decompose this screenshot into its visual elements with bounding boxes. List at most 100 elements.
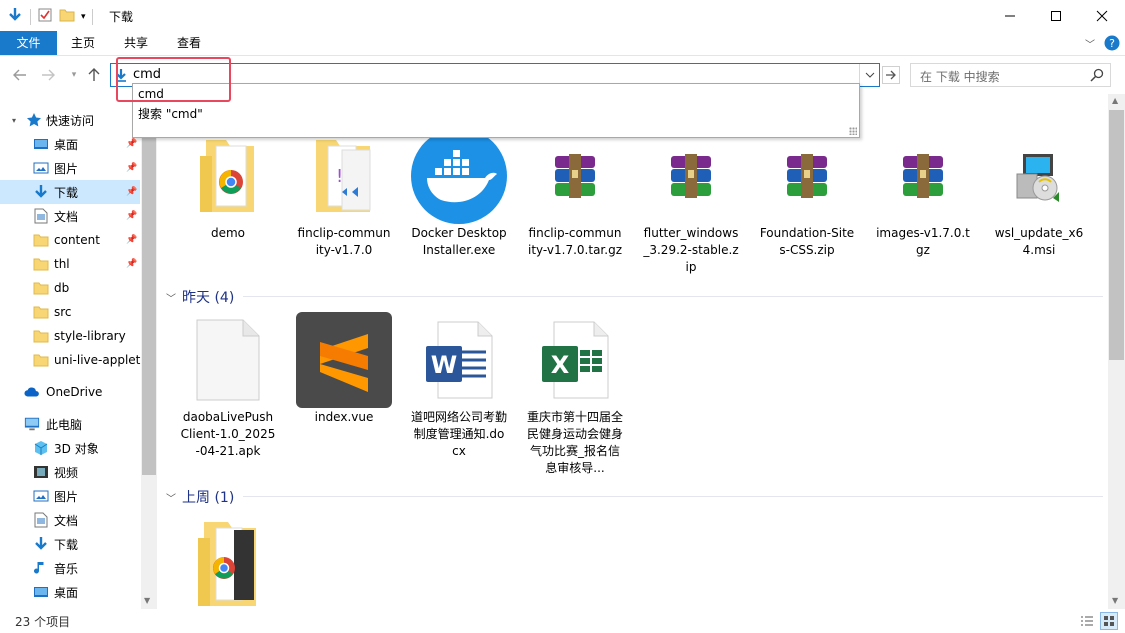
chevron-down-icon: ﹀	[166, 293, 176, 305]
folder-icon	[33, 304, 49, 320]
resize-grip[interactable]	[849, 127, 857, 135]
group-header-yesterday[interactable]: ﹀ 昨天 (4)	[166, 287, 234, 307]
sidebar-item-documents-pc[interactable]: 文档	[0, 508, 140, 532]
sidebar-item-videos[interactable]: 视频	[0, 460, 140, 484]
back-button[interactable]	[10, 66, 30, 84]
folder-icon	[33, 232, 49, 248]
help-icon[interactable]: ?	[1104, 35, 1120, 54]
sidebar-item-this-pc[interactable]: 此电脑	[0, 412, 140, 436]
pictures-icon	[33, 160, 49, 176]
sidebar-item-downloads[interactable]: 下载 📌	[0, 180, 140, 204]
sidebar-item-src[interactable]: src	[0, 300, 140, 324]
file-name: flutter_windows_3.29.2-stable.zip	[643, 226, 739, 274]
sidebar-item-pictures-pc[interactable]: 图片	[0, 484, 140, 508]
suggestion-search-cmd[interactable]: 搜索 "cmd"	[138, 105, 203, 122]
sidebar-item-style-library[interactable]: style-library	[0, 324, 140, 348]
3d-objects-icon	[33, 440, 49, 456]
pin-icon[interactable]: 📌	[126, 211, 137, 221]
file-list: demo ! finclip-community-v1.7.0 Docker D…	[158, 104, 1108, 609]
scroll-down-arrow-icon[interactable]: ▼	[1112, 596, 1118, 605]
sidebar-item-3d-objects[interactable]: 3D 对象	[0, 436, 140, 460]
customize-toolbar-chevron-icon[interactable]: ▾	[81, 12, 86, 22]
collapse-chevron-icon[interactable]: ▾	[6, 112, 22, 128]
folder-icon	[33, 256, 49, 272]
sidebar-item-uni-live-applet[interactable]: uni-live-applet	[0, 348, 140, 372]
pin-icon[interactable]: 📌	[126, 139, 137, 149]
up-button[interactable]	[84, 66, 104, 84]
sidebar-scrollbar-thumb[interactable]	[142, 118, 156, 475]
svg-text:W: W	[431, 351, 457, 379]
sidebar-item-db[interactable]: db	[0, 276, 140, 300]
properties-icon[interactable]	[37, 7, 53, 26]
documents-icon	[33, 208, 49, 224]
sidebar-item-desktop-pc[interactable]: 桌面	[0, 580, 140, 604]
chevron-down-icon	[865, 72, 874, 78]
pin-icon[interactable]: 📌	[126, 187, 137, 197]
pin-icon[interactable]: 📌	[126, 235, 137, 245]
winrar-icon	[527, 128, 623, 224]
new-folder-icon[interactable]	[59, 7, 75, 26]
minimize-icon	[1005, 15, 1015, 16]
folder-vscode-icon: !	[296, 128, 392, 224]
address-input[interactable]: cmd	[133, 67, 161, 82]
file-name: finclip-community-v1.7.0	[297, 226, 391, 257]
toolbar-divider	[91, 8, 93, 25]
sidebar-item-pictures[interactable]: 图片 📌	[0, 156, 140, 180]
close-icon	[1096, 10, 1108, 21]
suggestion-cmd[interactable]: cmd	[138, 87, 164, 101]
tab-view[interactable]: 查看	[166, 31, 212, 55]
go-button[interactable]	[882, 66, 900, 84]
expand-ribbon-chevron-icon[interactable]: ﹀	[1085, 36, 1095, 51]
file-name: finclip-community-v1.7.0.tar.gz	[527, 226, 622, 257]
ribbon-tabs: 文件 主页 共享 查看 ﹀ ?	[0, 31, 1125, 56]
content-scrollbar-thumb[interactable]	[1109, 110, 1124, 360]
sidebar-item-onedrive[interactable]: OneDrive	[0, 380, 140, 404]
search-icon[interactable]	[1090, 68, 1104, 85]
sidebar-item-content[interactable]: content 📌	[0, 228, 140, 252]
go-arrow-icon	[886, 70, 896, 80]
details-view-button[interactable]	[1078, 612, 1096, 630]
group-divider	[243, 296, 1103, 297]
file-name: Docker Desktop Installer.exe	[411, 226, 507, 257]
minimize-button[interactable]	[987, 0, 1033, 31]
address-history-button[interactable]	[859, 64, 879, 86]
recent-locations-button[interactable]: ▾	[64, 66, 84, 84]
folder-icon	[33, 352, 49, 368]
large-icons-view-button[interactable]	[1100, 612, 1118, 630]
excel-icon: X	[527, 312, 623, 408]
navigation-pane: ▾ 快速访问 桌面 📌 图片 📌 下载 📌 文档 📌 content 📌 thl…	[0, 104, 157, 609]
file-name: 重庆市第十四届全民健身运动会健身气功比赛_报名信息审核导...	[527, 410, 624, 475]
tab-share[interactable]: 共享	[113, 31, 159, 55]
group-header-last-week[interactable]: ﹀ 上周 (1)	[166, 487, 234, 507]
tab-file[interactable]: 文件	[0, 31, 57, 55]
status-bar: 23 个项目	[0, 609, 1125, 633]
sidebar-item-documents[interactable]: 文档 📌	[0, 204, 140, 228]
winrar-icon	[643, 128, 739, 224]
sidebar-item-quick-access[interactable]: ▾ 快速访问	[0, 108, 140, 132]
maximize-button[interactable]	[1033, 0, 1079, 31]
up-arrow-icon	[88, 68, 100, 81]
close-button[interactable]	[1079, 0, 1125, 31]
computer-icon	[24, 416, 40, 432]
search-box[interactable]: 在 下载 中搜索	[910, 63, 1111, 87]
tab-home[interactable]: 主页	[60, 31, 106, 55]
pin-icon[interactable]: 📌	[126, 163, 137, 173]
sidebar-item-music[interactable]: 音乐	[0, 556, 140, 580]
window-title: 下载	[109, 10, 134, 24]
sidebar-item-desktop[interactable]: 桌面 📌	[0, 132, 140, 156]
sidebar-item-thl[interactable]: thl 📌	[0, 252, 140, 276]
winrar-icon	[759, 128, 855, 224]
pin-icon[interactable]: 📌	[126, 259, 137, 269]
word-icon: W	[411, 312, 507, 408]
search-placeholder[interactable]: 在 下载 中搜索	[920, 68, 1000, 85]
title-bar: ▾ 下载	[0, 0, 1125, 31]
file-name: 道吧网络公司考勤制度管理通知.docx	[411, 410, 508, 458]
scroll-up-arrow-icon[interactable]: ▲	[1112, 96, 1118, 105]
sidebar-item-downloads-pc[interactable]: 下载	[0, 532, 140, 556]
file-name: index.vue	[314, 410, 374, 424]
star-icon	[26, 112, 42, 128]
forward-button[interactable]	[38, 66, 58, 84]
file-name: Foundation-Sites-CSS.zip	[759, 226, 855, 257]
scroll-down-arrow-icon[interactable]: ▼	[144, 596, 150, 605]
toolbar-divider	[30, 8, 31, 25]
